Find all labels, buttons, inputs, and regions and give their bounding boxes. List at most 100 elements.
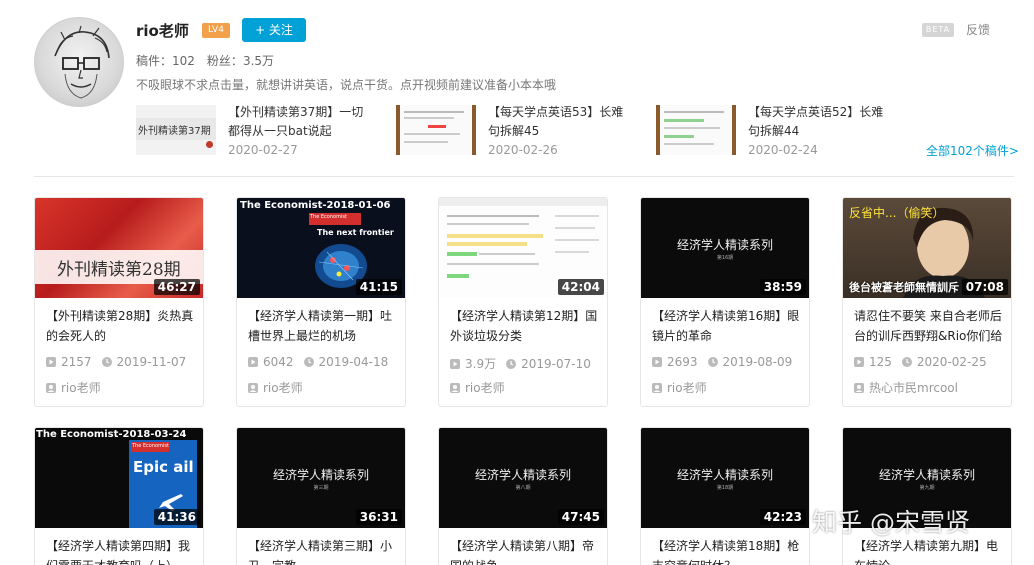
avatar-sketch-icon [54, 25, 110, 99]
author-name[interactable]: rio老师 [465, 381, 505, 395]
recent-post-date: 2020-02-26 [488, 143, 558, 157]
video-duration: 46:27 [153, 279, 200, 295]
video-title[interactable]: 【外刊精读第28期】炎热真的会死人的 [46, 306, 198, 346]
video-title[interactable]: 【经济学人精读第12期】国外谈垃圾分类 [450, 306, 602, 346]
cover-title: 经济学人精读系列 [474, 468, 571, 482]
video-meta: 125 2020-02-25 [854, 355, 1009, 369]
video-meta: 2157 2019-11-07 [46, 355, 201, 369]
recent-post-thumbnail[interactable]: 外刊精读第37期 [136, 105, 216, 155]
play-count-icon [450, 358, 460, 369]
recent-post-thumbnail[interactable] [656, 105, 736, 155]
profile-bio: 不吸眼球不求点击量，就想讲讲英语，说点干货。点开视频前建议准备小本本哦 [136, 78, 557, 92]
user-icon [652, 382, 662, 393]
user-icon [46, 382, 56, 393]
video-cover[interactable]: 反省中...（偷笑） 後台被蒼老師無情訓斥 07:08 [843, 198, 1011, 298]
video-card[interactable]: 42:04 【经济学人精读第12期】国外谈垃圾分类 3.9万 2019-07-10… [438, 197, 608, 407]
play-count: 2157 [61, 355, 92, 369]
play-count: 2693 [667, 355, 698, 369]
video-card[interactable]: 经济学人精读系列 第九期 【经济学人精读第九期】电车悖论 [842, 427, 1012, 565]
level-badge: LV4 [202, 23, 230, 38]
cover-top-caption: 反省中...（偷笑） [849, 206, 945, 220]
posts-count: 102 [172, 54, 195, 68]
video-title[interactable]: 【经济学人精读第18期】枪支究竟何时休？ [652, 536, 804, 565]
play-count-icon [854, 356, 864, 367]
play-count: 6042 [263, 355, 294, 369]
cover-subtitle: 第18期 [716, 485, 734, 491]
play-count: 3.9万 [465, 357, 497, 371]
video-duration: 41:15 [355, 279, 402, 295]
video-card[interactable]: 经济学人精读系列 第三期 36:31 【经济学人精读第三期】小丑，宗教 [236, 427, 406, 565]
video-duration: 47:45 [557, 509, 604, 525]
cover-subtitle: 第九期 [919, 485, 935, 491]
profile-stats: 稿件：102 粉丝：3.5万 [136, 52, 274, 69]
fans-label: 粉丝： [206, 54, 243, 68]
video-card[interactable]: The Economist-2018-01-06 The Economist T… [236, 197, 406, 407]
upload-date: 2019-08-09 [722, 355, 793, 369]
follow-button[interactable]: + 关注 [242, 18, 306, 42]
video-author[interactable]: 热心市民mrcool [854, 379, 958, 396]
video-card[interactable]: 反省中...（偷笑） 後台被蒼老師無情訓斥 07:08 请忍住不要笑 来自合老师… [842, 197, 1012, 407]
video-title[interactable]: 【经济学人精读第三期】小丑，宗教 [248, 536, 400, 565]
video-author[interactable]: rio老师 [248, 379, 303, 396]
video-card[interactable]: The Economist-2018-03-24 The Economist E… [34, 427, 204, 565]
recent-post-date: 2020-02-27 [228, 143, 298, 157]
cover-subtitle: 第16期 [716, 255, 734, 261]
recent-post-thumbnail[interactable] [396, 105, 476, 155]
video-meta: 3.9万 2019-07-10 [450, 355, 605, 372]
play-count-icon [46, 356, 56, 367]
cover-subtitle: 第八期 [515, 485, 531, 491]
beta-badge: BETA [922, 23, 954, 37]
recent-post-2[interactable]: 【每天学点英语53】长难句拆解45 2020-02-26 [396, 103, 636, 159]
video-cover[interactable]: 经济学人精读系列 第八期 47:45 [439, 428, 607, 528]
video-cover[interactable]: 外刊精读第28期 46:27 [35, 198, 203, 298]
video-duration: 41:36 [153, 509, 200, 525]
video-cover[interactable]: 42:04 [439, 198, 607, 298]
all-posts-link[interactable]: 全部102个稿件> [926, 142, 1019, 159]
recent-post-title[interactable]: 【每天学点英语52】长难句拆解44 [748, 103, 893, 141]
author-name[interactable]: 热心市民mrcool [869, 381, 958, 395]
clock-icon [901, 356, 912, 367]
author-name[interactable]: rio老师 [667, 381, 707, 395]
recent-post-title[interactable]: 【外刊精读第37期】一切都得从一只bat说起 [228, 103, 373, 141]
video-cover[interactable]: The Economist-2018-01-06 The Economist T… [237, 198, 405, 298]
video-cover[interactable]: 经济学人精读系列 第16期 38:59 [641, 198, 809, 298]
video-cover[interactable]: 经济学人精读系列 第三期 36:31 [237, 428, 405, 528]
avatar[interactable] [34, 17, 124, 107]
video-author[interactable]: rio老师 [652, 379, 707, 396]
watermark: 知乎 @宋雪贤 [812, 508, 970, 537]
recent-post-1[interactable]: 外刊精读第37期 【外刊精读第37期】一切都得从一只bat说起 2020-02-… [136, 103, 376, 159]
video-duration: 38:59 [759, 279, 806, 295]
video-title[interactable]: 【经济学人精读第九期】电车悖论 [854, 536, 1006, 565]
recent-post-title[interactable]: 【每天学点英语53】长难句拆解45 [488, 103, 633, 141]
video-title[interactable]: 【经济学人精读第八期】帝国的战争 [450, 536, 602, 565]
video-title[interactable]: 【经济学人精读第16期】眼镜片的革命 [652, 306, 804, 346]
upload-date: 2020-02-25 [916, 355, 987, 369]
profile-name: rio老师 [136, 22, 189, 40]
video-card[interactable]: 经济学人精读系列 第八期 47:45 【经济学人精读第八期】帝国的战争 [438, 427, 608, 565]
video-title[interactable]: 请忍住不要笑 来自合老师后台的训斥西野翔&Rio你们给 [854, 306, 1006, 346]
video-cover[interactable]: 经济学人精读系列 第18期 42:23 [641, 428, 809, 528]
clock-icon [506, 358, 517, 369]
user-icon [854, 382, 864, 393]
play-count-icon [652, 356, 662, 367]
video-meta: 2693 2019-08-09 [652, 355, 807, 369]
video-title[interactable]: 【经济学人精读第四期】我们需要天才教育吗（上） [46, 536, 198, 565]
feedback-link[interactable]: 反馈 [966, 21, 990, 38]
author-name[interactable]: rio老师 [263, 381, 303, 395]
video-card[interactable]: 经济学人精读系列 第16期 38:59 【经济学人精读第16期】眼镜片的革命 2… [640, 197, 810, 407]
video-author[interactable]: rio老师 [46, 379, 101, 396]
video-duration: 42:04 [557, 279, 604, 295]
video-title[interactable]: 【经济学人精读第一期】吐槽世界上最烂的机场 [248, 306, 400, 346]
video-author[interactable]: rio老师 [450, 379, 505, 396]
recent-post-3[interactable]: 【每天学点英语52】长难句拆解44 2020-02-24 [656, 103, 896, 159]
section-divider [34, 176, 1014, 177]
video-card[interactable]: 外刊精读第28期 46:27 【外刊精读第28期】炎热真的会死人的 2157 20… [34, 197, 204, 407]
play-count-icon [248, 356, 258, 367]
video-duration: 42:23 [759, 509, 806, 525]
video-cover[interactable]: The Economist-2018-03-24 The Economist E… [35, 428, 203, 528]
video-card[interactable]: 经济学人精读系列 第18期 42:23 【经济学人精读第18期】枪支究竟何时休？ [640, 427, 810, 565]
upload-date: 2019-04-18 [318, 355, 389, 369]
recent-post-date: 2020-02-24 [748, 143, 818, 157]
upload-date: 2019-07-10 [521, 357, 591, 371]
author-name[interactable]: rio老师 [61, 381, 101, 395]
